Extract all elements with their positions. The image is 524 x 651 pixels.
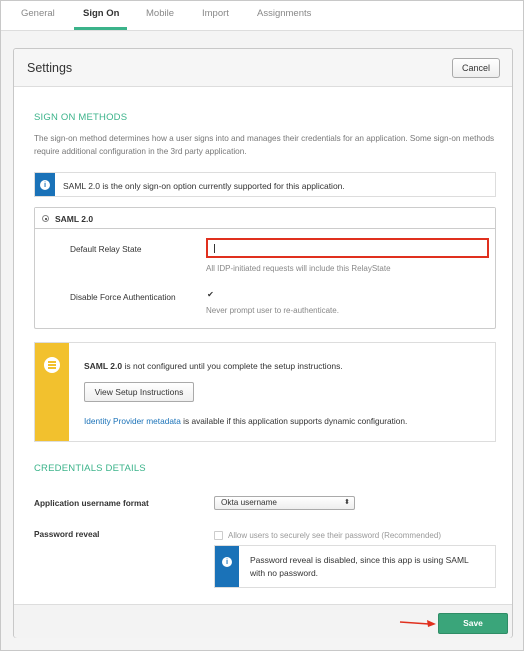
password-reveal-checkbox[interactable] [214,531,223,540]
view-setup-instructions-button[interactable]: View Setup Instructions [84,382,194,402]
relay-state-hint: All IDP-initiated requests will include … [206,264,391,273]
tab-import[interactable]: Import [202,8,229,19]
info-strip: i [35,173,55,196]
save-button[interactable]: Save [438,613,508,634]
panel-title: Settings [27,61,73,75]
info-icon: i [40,180,50,190]
settings-panel: Settings Cancel SIGN ON METHODS The sign… [13,48,513,638]
setup-notice: SAML 2.0 is not configured until you com… [34,342,496,442]
panel-footer: Save [14,604,512,638]
relay-state-input[interactable] [206,238,489,258]
select-arrows-icon: ⬍ [344,499,350,506]
identity-provider-metadata-link[interactable]: Identity Provider metadata [84,416,181,426]
setup-notice-bold: SAML 2.0 [84,361,123,371]
saml-radio[interactable] [42,215,49,222]
setup-notice-text: SAML 2.0 is not configured until you com… [84,361,343,371]
password-reveal-label: Password reveal [34,529,100,539]
list-icon [44,357,60,373]
active-tab-indicator [74,27,127,30]
metadata-notice-text: is available if this application support… [180,416,408,426]
info-strip: i [215,546,239,587]
username-format-label: Application username format [34,498,149,508]
relay-state-label: Default Relay State [70,244,142,254]
tab-sign-on[interactable]: Sign On [83,8,119,19]
tab-assignments[interactable]: Assignments [257,8,311,19]
arrow-pointer-icon [399,620,436,627]
force-auth-hint: Never prompt user to re-authenticate. [206,306,339,315]
tab-bar: General Sign On Mobile Import Assignment… [1,1,523,31]
panel-header: Settings Cancel [14,49,512,87]
text-caret [214,244,215,253]
saml-option-label: SAML 2.0 [55,214,94,224]
info-icon: i [222,557,232,567]
password-reveal-info-text: Password reveal is disabled, since this … [250,555,469,578]
password-reveal-info: i Password reveal is disabled, since thi… [214,545,496,588]
saml-option-header: SAML 2.0 [35,208,495,229]
saml-option-box: SAML 2.0 Default Relay State All IDP-ini… [34,207,496,329]
tab-mobile[interactable]: Mobile [146,8,174,19]
saml-info-text: SAML 2.0 is the only sign-on option curr… [63,181,345,191]
setup-notice-message: is not configured until you complete the… [122,361,343,371]
sign-on-methods-heading: SIGN ON METHODS [34,112,128,123]
metadata-notice: Identity Provider metadata is available … [84,416,407,426]
force-auth-label: Disable Force Authentication [70,292,176,302]
app-window: General Sign On Mobile Import Assignment… [0,0,524,651]
tab-general[interactable]: General [21,8,55,19]
username-format-select[interactable]: Okta username ⬍ [214,496,355,510]
credentials-heading: CREDENTIALS DETAILS [34,463,146,474]
force-auth-checkbox[interactable]: ✔ [206,291,215,300]
cancel-button[interactable]: Cancel [452,58,500,78]
sign-on-description: The sign-on method determines how a user… [34,134,495,156]
password-reveal-checkbox-label: Allow users to securely see their passwo… [228,531,441,540]
saml-info-notice: i SAML 2.0 is the only sign-on option cu… [34,172,496,197]
username-format-value: Okta username [221,498,277,507]
warning-strip [35,343,69,441]
